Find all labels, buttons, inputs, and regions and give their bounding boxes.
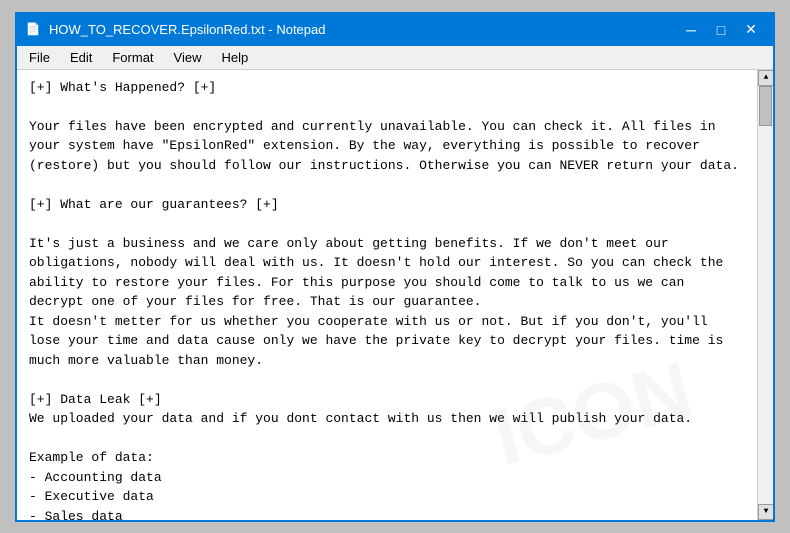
content-area: [+] What's Happened? [+] Your files have… [17,70,773,520]
menu-file[interactable]: File [21,48,58,67]
menu-format[interactable]: Format [104,48,161,67]
title-bar: 📄 HOW_TO_RECOVER.EpsilonRed.txt - Notepa… [17,14,773,46]
minimize-button[interactable]: ─ [677,19,705,41]
scroll-thumb[interactable] [759,86,772,126]
window-controls: ─ □ ✕ [677,19,765,41]
notepad-window: 📄 HOW_TO_RECOVER.EpsilonRed.txt - Notepa… [15,12,775,522]
close-button[interactable]: ✕ [737,19,765,41]
maximize-button[interactable]: □ [707,19,735,41]
scrollbar: ▲ ▼ [757,70,773,520]
scroll-up-button[interactable]: ▲ [758,70,773,86]
menu-view[interactable]: View [166,48,210,67]
menu-bar: File Edit Format View Help [17,46,773,70]
menu-help[interactable]: Help [213,48,256,67]
menu-edit[interactable]: Edit [62,48,100,67]
window-title: HOW_TO_RECOVER.EpsilonRed.txt - Notepad [49,22,325,37]
scroll-track [758,86,773,504]
title-bar-left: 📄 HOW_TO_RECOVER.EpsilonRed.txt - Notepa… [25,22,325,38]
scroll-down-button[interactable]: ▼ [758,504,773,520]
notepad-icon: 📄 [25,22,41,38]
text-editor[interactable]: [+] What's Happened? [+] Your files have… [17,70,757,520]
